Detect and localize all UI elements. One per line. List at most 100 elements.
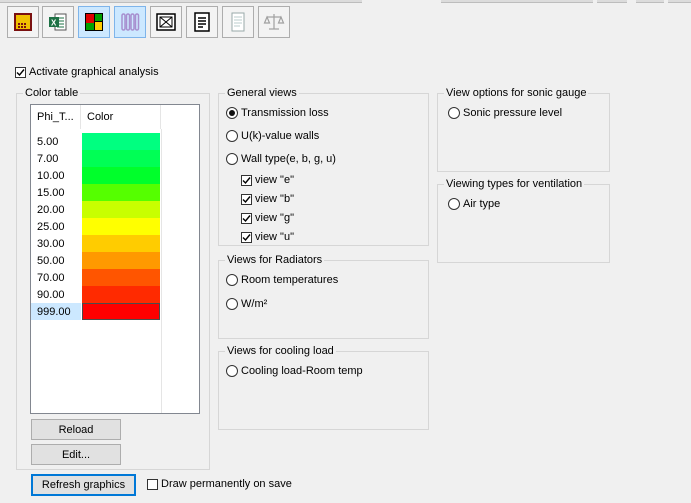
checkbox-box[interactable]: [241, 231, 252, 243]
checkbox-box[interactable]: [241, 193, 252, 205]
cooling-title: Views for cooling load: [225, 345, 336, 357]
radio-option[interactable]: Transmission loss: [226, 107, 329, 119]
row-value: 5.00: [37, 135, 59, 148]
radio-label: Cooling load-Room temp: [241, 365, 363, 377]
draw-permanently-checkbox[interactable]: Draw permanently on save: [147, 478, 292, 490]
reload-button[interactable]: Reload: [31, 419, 121, 440]
row-value: 20.00: [37, 203, 65, 216]
wall-view-checkbox[interactable]: view "g": [241, 212, 294, 224]
radio-option[interactable]: Room temperatures: [226, 274, 338, 286]
wall-view-label: view "b": [255, 193, 294, 205]
row-value: 25.00: [37, 220, 65, 233]
wall-view-label: view "e": [255, 174, 294, 186]
radiators-title: Views for Radiators: [225, 254, 325, 266]
row-value: 30.00: [37, 237, 65, 250]
general-views-title: General views: [225, 87, 299, 99]
row-color-swatch: [82, 286, 160, 303]
radiator-icon: [119, 11, 141, 33]
radio-button[interactable]: [448, 198, 460, 210]
wall-view-checkbox[interactable]: view "b": [241, 193, 294, 205]
ventilation-group: Viewing types for ventilation: [437, 178, 610, 263]
radio-button[interactable]: [226, 130, 238, 142]
radio-button[interactable]: [448, 107, 460, 119]
row-color-swatch: [82, 167, 160, 184]
row-color-swatch: [82, 150, 160, 167]
radio-label: Air type: [463, 198, 501, 210]
radio-option[interactable]: Wall type(e, b, g, u): [226, 153, 336, 165]
color-table-row[interactable]: 70.00: [31, 269, 161, 286]
svg-text:X: X: [51, 19, 57, 28]
color-view-button[interactable]: [78, 6, 110, 38]
radio-option[interactable]: Air type: [448, 198, 500, 210]
report-icon: [191, 11, 213, 33]
column-header-color[interactable]: Color: [81, 105, 161, 129]
radio-label: W/m²: [241, 298, 268, 310]
color-table-row[interactable]: 20.00: [31, 201, 161, 218]
radio-button[interactable]: [226, 365, 238, 377]
top-tab-strip: [636, 0, 664, 3]
report-button[interactable]: [186, 6, 218, 38]
radio-option[interactable]: Sonic pressure level: [448, 107, 562, 119]
top-tab-strip: [441, 0, 593, 3]
row-value: 15.00: [37, 186, 65, 199]
checkbox-box[interactable]: [15, 66, 26, 78]
color-table-list[interactable]: Phi_T... Color 5.00 7.00 10.00 15.00 20.00 25…: [30, 104, 200, 414]
edit-button[interactable]: Edit...: [31, 444, 121, 465]
cooling-group: Views for cooling load: [218, 345, 429, 430]
row-value: 999.00: [31, 303, 81, 320]
wall-view-checkbox[interactable]: view "u": [241, 231, 294, 243]
radio-label: Transmission loss: [241, 107, 329, 119]
radio-button[interactable]: [226, 153, 238, 165]
color-table-row[interactable]: 25.00: [31, 218, 161, 235]
color-table-row[interactable]: 7.00: [31, 150, 161, 167]
color-table-row[interactable]: 30.00: [31, 235, 161, 252]
balance-button[interactable]: [258, 6, 290, 38]
radiator-view-button[interactable]: [114, 6, 146, 38]
activate-analysis-checkbox[interactable]: Activate graphical analysis: [15, 66, 159, 78]
row-color-swatch: [82, 235, 160, 252]
row-value: 50.00: [37, 254, 65, 267]
wall-view-label: view "u": [255, 231, 294, 243]
radio-label: Wall type(e, b, g, u): [241, 153, 336, 165]
top-tab-strip: [0, 0, 362, 3]
radio-option[interactable]: W/m²: [226, 298, 267, 310]
column-divider: [161, 129, 162, 413]
frame-view-icon: [155, 11, 177, 33]
heat-load-icon: [12, 11, 34, 33]
row-color-swatch: [82, 218, 160, 235]
color-table-row[interactable]: 90.00: [31, 286, 161, 303]
checkbox-box[interactable]: [147, 478, 158, 490]
sonic-group: View options for sonic gauge: [437, 87, 610, 172]
wall-view-checkbox[interactable]: view "e": [241, 174, 294, 186]
row-color-swatch: [82, 252, 160, 269]
color-table-row[interactable]: 10.00: [31, 167, 161, 184]
radio-button[interactable]: [226, 298, 238, 310]
document-button[interactable]: [222, 6, 254, 38]
ventilation-title: Viewing types for ventilation: [444, 178, 585, 190]
radio-option[interactable]: Cooling load-Room temp: [226, 365, 363, 377]
radio-label: Room temperatures: [241, 274, 339, 286]
checkbox-box[interactable]: [241, 174, 252, 186]
color-table-row[interactable]: 15.00: [31, 184, 161, 201]
heat-load-button[interactable]: [7, 6, 39, 38]
sonic-title: View options for sonic gauge: [444, 87, 589, 99]
column-header-value[interactable]: Phi_T...: [31, 105, 81, 129]
top-tab-strip: [668, 0, 691, 3]
checkbox-box[interactable]: [241, 212, 252, 224]
frame-view-button[interactable]: [150, 6, 182, 38]
color-table-header: Phi_T... Color: [31, 105, 199, 129]
radio-option[interactable]: U(k)-value walls: [226, 130, 319, 142]
color-table-row[interactable]: 50.00: [31, 252, 161, 269]
row-color-swatch: [82, 133, 160, 150]
radio-button[interactable]: [226, 107, 238, 119]
color-table-row[interactable]: 999.00: [31, 303, 161, 320]
excel-export-icon: X: [47, 11, 69, 33]
refresh-graphics-button[interactable]: Refresh graphics: [31, 474, 136, 496]
color-table-title: Color table: [23, 87, 81, 99]
row-value: 7.00: [37, 152, 59, 165]
top-tab-strip: [597, 0, 627, 3]
excel-export-button[interactable]: X: [42, 6, 74, 38]
color-table-row[interactable]: 5.00: [31, 133, 161, 150]
radio-button[interactable]: [226, 274, 238, 286]
row-value: 10.00: [37, 169, 65, 182]
